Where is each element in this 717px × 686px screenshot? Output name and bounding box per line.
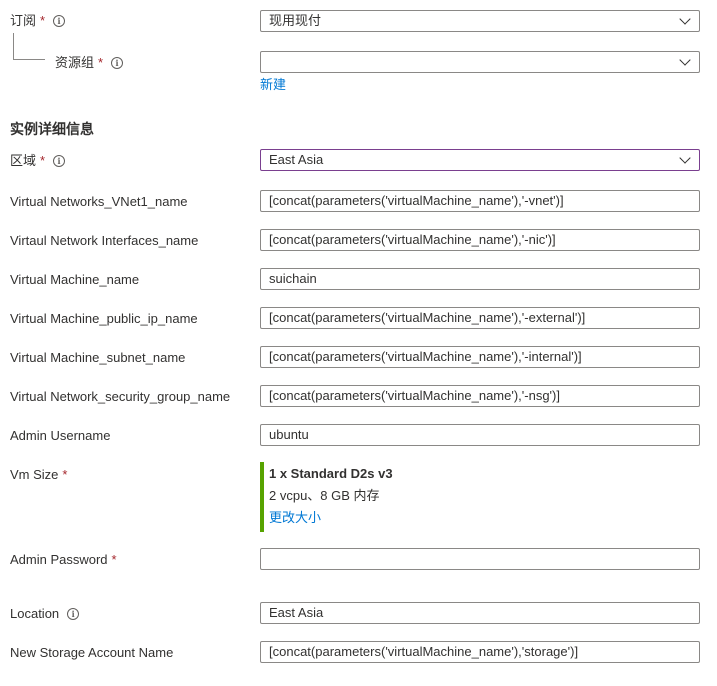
subscription-dropdown[interactable]: 现用现付 — [260, 10, 700, 32]
vm-name-input[interactable]: suichain — [260, 268, 700, 290]
resource-group-label-row: 资源组 * i — [55, 54, 124, 72]
admin-username-input[interactable]: ubuntu — [260, 424, 700, 446]
create-new-resource-group-link[interactable]: 新建 — [260, 76, 286, 94]
storage-account-input[interactable]: [concat(parameters('virtualMachine_name'… — [260, 641, 700, 663]
required-marker: * — [98, 55, 104, 70]
vm-size-label: Vm Size — [10, 467, 59, 482]
public-ip-name-input[interactable]: [concat(parameters('virtualMachine_name'… — [260, 307, 700, 329]
admin-password-input[interactable] — [260, 548, 700, 570]
vm-size-label-row: Vm Size * — [10, 466, 67, 484]
subscription-label: 订阅 — [10, 13, 37, 28]
info-icon[interactable]: i — [67, 608, 80, 620]
public-ip-name-label: Virtual Machine_public_ip_name — [10, 311, 198, 326]
location-input[interactable]: East Asia — [260, 602, 700, 624]
admin-password-label: Admin Password — [10, 552, 108, 567]
vm-size-spec: 2 vcpu、8 GB 内存 — [269, 488, 380, 503]
location-label-row: Location i — [10, 605, 80, 623]
nsg-name-input[interactable]: [concat(parameters('virtualMachine_name'… — [260, 385, 700, 407]
region-value: East Asia — [269, 152, 324, 167]
nic-name-label: Virtaul Network Interfaces_name — [10, 233, 199, 248]
tree-connector-vertical — [13, 33, 14, 60]
nsg-name-label: Virtual Network_security_group_name — [10, 389, 231, 404]
tree-connector-horizontal — [13, 59, 45, 60]
vm-size-accent-bar — [260, 462, 264, 532]
region-label: 区域 — [10, 153, 37, 168]
subnet-name-input[interactable]: [concat(parameters('virtualMachine_name'… — [260, 346, 700, 368]
resource-group-label: 资源组 — [55, 55, 95, 70]
chevron-down-icon — [679, 54, 691, 66]
chevron-down-icon — [679, 152, 691, 164]
resource-group-dropdown[interactable] — [260, 51, 700, 73]
required-marker: * — [40, 153, 46, 168]
required-marker: * — [111, 552, 117, 567]
admin-username-label: Admin Username — [10, 428, 111, 443]
change-size-link[interactable]: 更改大小 — [269, 509, 321, 527]
region-label-row: 区域 * i — [10, 152, 66, 170]
subnet-name-label: Virtual Machine_subnet_name — [10, 350, 186, 365]
location-label: Location — [10, 606, 60, 621]
admin-password-label-row: Admin Password * — [10, 551, 117, 569]
info-icon[interactable]: i — [53, 15, 66, 27]
info-icon[interactable]: i — [111, 57, 124, 69]
subscription-label-row: 订阅 * i — [10, 12, 66, 30]
vm-size-title: 1 x Standard D2s v3 — [269, 466, 393, 481]
instance-details-heading: 实例详细信息 — [10, 121, 94, 137]
chevron-down-icon — [679, 13, 691, 25]
nic-name-input[interactable]: [concat(parameters('virtualMachine_name'… — [260, 229, 700, 251]
vm-name-label: Virtual Machine_name — [10, 272, 140, 287]
vnet-name-label: Virtual Networks_VNet1_name — [10, 194, 188, 209]
storage-account-label: New Storage Account Name — [10, 645, 174, 660]
region-dropdown[interactable]: East Asia — [260, 149, 700, 171]
required-marker: * — [40, 13, 46, 28]
vnet-name-input[interactable]: [concat(parameters('virtualMachine_name'… — [260, 190, 700, 212]
required-marker: * — [62, 467, 68, 482]
info-icon[interactable]: i — [53, 155, 66, 167]
subscription-value: 现用现付 — [269, 13, 322, 28]
